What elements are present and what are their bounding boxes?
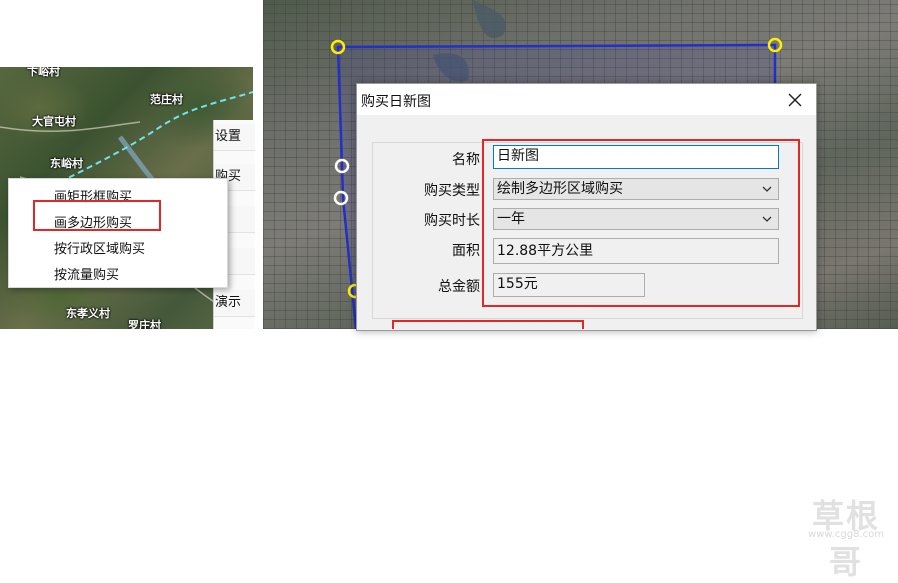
menu-item-admin-region-buy[interactable]: 按行政区域购买 xyxy=(54,238,145,257)
menu-item-traffic-buy[interactable]: 按流量购买 xyxy=(54,264,119,283)
place-label: 东孝义村 xyxy=(66,307,110,320)
place-label: 罗庄村 xyxy=(128,319,161,329)
context-menu: 画矩形框购买 画多边形购买 按行政区域购买 按流量购买 xyxy=(8,178,228,288)
place-label: 大官屯村 xyxy=(32,115,76,128)
button-highlight-box xyxy=(392,320,584,329)
dialog-title: 购买日新图 xyxy=(361,94,431,110)
form-highlight-box xyxy=(482,139,800,307)
dialog-titlebar[interactable]: 购买日新图 xyxy=(357,84,816,115)
area-label: 面积 xyxy=(452,243,480,259)
watermark: 草根哥 www.cgg8.com xyxy=(796,491,896,581)
purchase-type-label: 购买类型 xyxy=(424,183,480,199)
place-label: 东峪村 xyxy=(50,157,83,170)
place-label: 卞峪村 xyxy=(27,67,60,78)
close-icon xyxy=(788,93,802,107)
watermark-url: www.cgg8.com xyxy=(808,529,884,540)
side-item-settings[interactable]: 设置 xyxy=(214,124,255,151)
purchase-duration-label: 购买时长 xyxy=(424,213,480,229)
place-label: 范庄村 xyxy=(150,93,183,106)
menu-highlight-box xyxy=(33,200,161,231)
close-button[interactable] xyxy=(781,86,809,114)
side-item-demo[interactable]: 演示 xyxy=(214,290,255,317)
total-amount-label: 总金额 xyxy=(438,279,480,295)
name-label: 名称 xyxy=(452,152,480,168)
